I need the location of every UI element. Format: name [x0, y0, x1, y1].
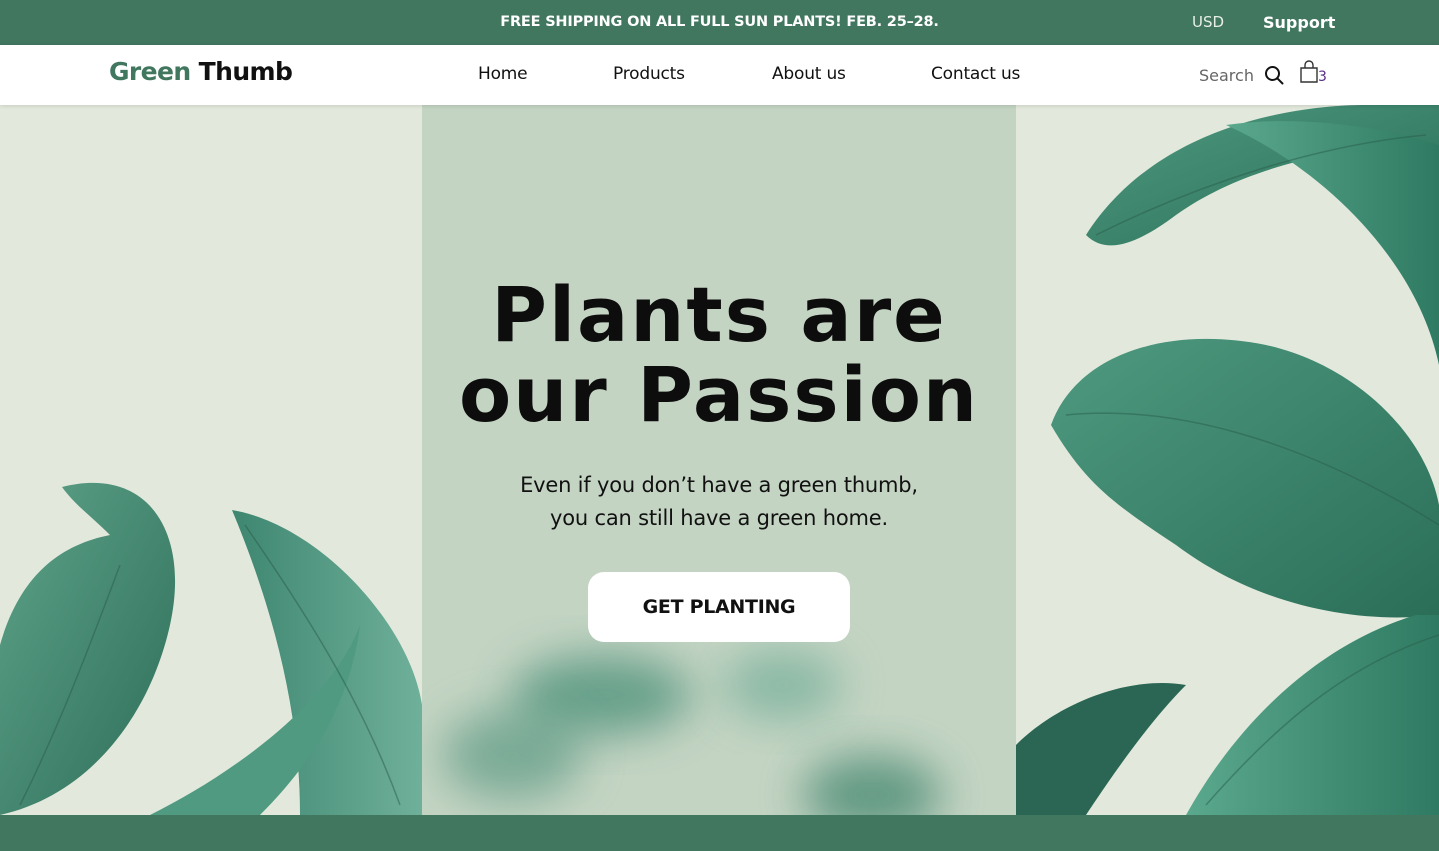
- hero-headline-line2: our Passion: [458, 350, 980, 439]
- brand-logo-thumb: Thumb: [198, 57, 293, 86]
- get-planting-button[interactable]: GET PLANTING: [588, 572, 850, 642]
- hero-subheadline: Even if you don’t have a green thumb, yo…: [422, 469, 1016, 535]
- cart-count-badge: 3: [1318, 69, 1327, 85]
- nav-products[interactable]: Products: [613, 64, 685, 84]
- nav-home[interactable]: Home: [478, 64, 528, 84]
- brand-logo-green: Green: [109, 57, 191, 86]
- announcement-bar: FREE SHIPPING ON ALL FULL SUN PLANTS! FE…: [0, 0, 1439, 45]
- leaf-illustration-left: [0, 482, 422, 815]
- search-label[interactable]: Search: [1199, 66, 1254, 85]
- hero-center-panel: [422, 105, 1016, 815]
- hero-headline-line1: Plants are: [491, 270, 947, 359]
- main-navbar: Green Thumb Home Products About us Conta…: [0, 45, 1439, 105]
- hero-left-panel: [0, 105, 422, 815]
- hero-subheadline-line1: Even if you don’t have a green thumb,: [520, 473, 918, 497]
- leaf-illustration-right: [1016, 105, 1439, 815]
- blurred-leaf-background: [442, 650, 942, 815]
- nav-about-us[interactable]: About us: [772, 64, 846, 84]
- brand-logo[interactable]: Green Thumb: [109, 57, 293, 86]
- support-link[interactable]: Support: [1263, 0, 1335, 45]
- hero-right-panel: [1016, 105, 1439, 815]
- search-icon[interactable]: [1264, 65, 1284, 85]
- hero-section: Plants are our Passion Even if you don’t…: [0, 105, 1439, 815]
- hero-headline: Plants are our Passion: [422, 275, 1016, 435]
- currency-selector[interactable]: USD: [1192, 0, 1224, 45]
- hero-subheadline-line2: you can still have a green home.: [550, 506, 888, 530]
- nav-contact-us[interactable]: Contact us: [931, 64, 1020, 84]
- shopping-bag-icon[interactable]: [1298, 60, 1320, 84]
- footer-band: [0, 815, 1439, 851]
